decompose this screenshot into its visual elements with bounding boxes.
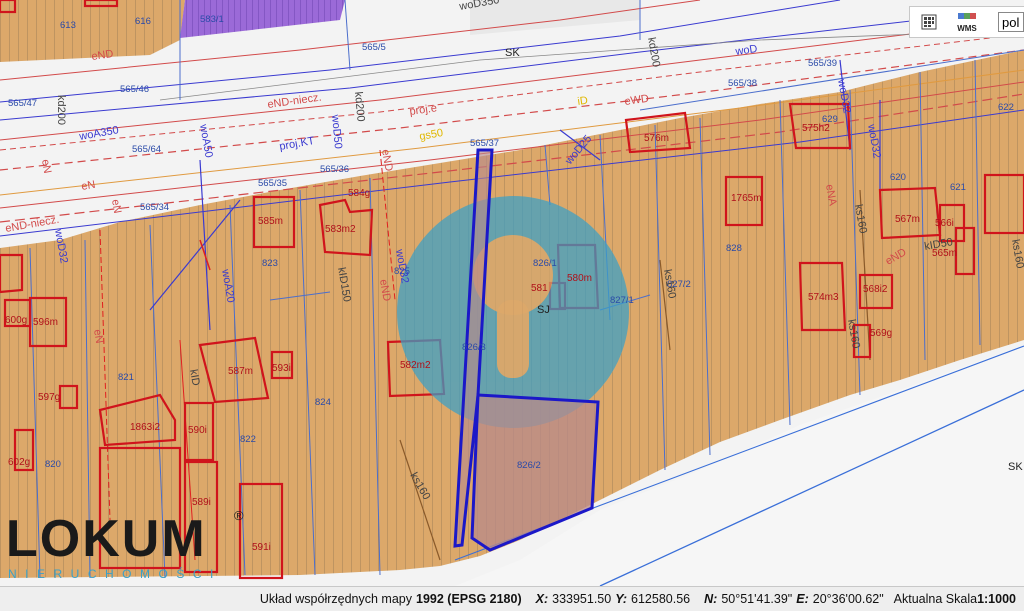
legend-button[interactable] <box>916 10 942 34</box>
e-label: E: <box>796 592 809 606</box>
map-label: 565/36 <box>320 164 349 175</box>
map-label: 565/37 <box>470 138 499 149</box>
map-label: 584g <box>348 188 370 199</box>
map-label: eN <box>109 198 123 214</box>
map-label: 823 <box>262 258 278 269</box>
language-select[interactable]: pol <box>998 12 1024 32</box>
map-label: 583m2 <box>325 224 356 235</box>
map-label: 613 <box>60 20 76 31</box>
map-label: 602g <box>8 457 30 468</box>
x-label: X: <box>535 592 549 606</box>
logo-tagline-text: NIERUCHOMOŚCI <box>8 566 222 581</box>
y-label: Y: <box>615 592 628 606</box>
n-value: 50°51'41.39" <box>721 592 793 606</box>
map-label: 827/1 <box>610 295 634 306</box>
map-label: 616 <box>135 16 151 27</box>
coord-system-value: 1992 (EPSG 2180) <box>416 592 522 606</box>
map-label: eN <box>39 158 53 174</box>
wms-layers-icon <box>958 12 976 19</box>
map-label: 565/39 <box>808 58 837 69</box>
map-label: 621 <box>950 182 966 193</box>
map-label: 589i <box>192 497 211 508</box>
logo-registered-mark: ® <box>234 508 244 523</box>
map-label: 567m <box>895 214 920 225</box>
e-value: 20°36'00.62" <box>812 592 884 606</box>
map-label: 597g <box>38 392 60 403</box>
map-label: 574m3 <box>808 292 839 303</box>
map-label: 582m2 <box>400 360 431 371</box>
map-label: 591i <box>252 542 271 553</box>
map-label: SK <box>1008 461 1023 473</box>
map-label: 565/35 <box>258 178 287 189</box>
map-label: 821 <box>118 372 134 383</box>
map-label: 576m <box>644 133 669 144</box>
map-label: 622 <box>998 102 1014 113</box>
map-label: 620 <box>890 172 906 183</box>
status-bar: Układ współrzędnych mapy 1992 (EPSG 2180… <box>0 586 1024 611</box>
map-label: 822 <box>240 434 256 445</box>
legend-grid-icon <box>921 14 937 30</box>
scale-value: 1:1000 <box>977 592 1016 606</box>
map-label: 565/38 <box>728 78 757 89</box>
map-label: 583/1 <box>200 14 224 25</box>
map-label: SK <box>505 47 520 59</box>
n-label: N: <box>704 592 718 606</box>
map-label: 565/5 <box>362 42 386 53</box>
map-label: 581 <box>531 283 548 294</box>
cadastral-map[interactable]: 613 616 583/1 565/5 565/46 565/47 565/64 565/35… <box>0 0 1024 586</box>
map-label: 1863i2 <box>130 422 160 433</box>
map-label: eN <box>91 328 105 344</box>
logo-brand-text: LOKUM <box>6 510 207 568</box>
map-label: 820 <box>45 459 61 470</box>
coord-system-label: Układ współrzędnych mapy <box>259 592 412 606</box>
wms-button[interactable]: WMS <box>954 10 980 34</box>
map-label: 826/3 <box>462 342 486 353</box>
map-label: 575h2 <box>802 123 830 134</box>
map-label: 569g <box>870 328 892 339</box>
map-label: 824 <box>315 397 331 408</box>
map-label: 580m <box>567 273 592 284</box>
x-value: 333951.50 <box>552 592 612 606</box>
map-label: 565/46 <box>120 84 149 95</box>
map-label: 585m <box>258 216 283 227</box>
map-label: eN <box>80 179 96 193</box>
map-label: 596m <box>33 317 58 328</box>
map-label: 826/1 <box>533 258 557 269</box>
map-label: 600g <box>5 315 27 326</box>
scale-label: Aktualna Skala <box>893 592 978 606</box>
map-label: 566i <box>935 218 954 229</box>
map-label: 565/47 <box>8 98 37 109</box>
map-label: kd200 <box>55 95 67 125</box>
map-label: SJ <box>537 304 550 316</box>
map-label: 826/2 <box>517 460 541 471</box>
map-label: 1765m <box>731 193 762 204</box>
map-label: 565/64 <box>132 144 161 155</box>
map-label: 568i2 <box>863 284 888 295</box>
map-label: 565/34 <box>140 202 169 213</box>
map-label: 828 <box>726 243 742 254</box>
map-label: 590i <box>188 425 207 436</box>
map-label: iD <box>577 95 589 108</box>
wms-label: WMS <box>957 23 977 33</box>
y-value: 612580.56 <box>631 592 691 606</box>
watermark-location-icon <box>397 196 629 428</box>
map-label: 587m <box>228 366 253 377</box>
map-label: 593i <box>272 363 291 374</box>
